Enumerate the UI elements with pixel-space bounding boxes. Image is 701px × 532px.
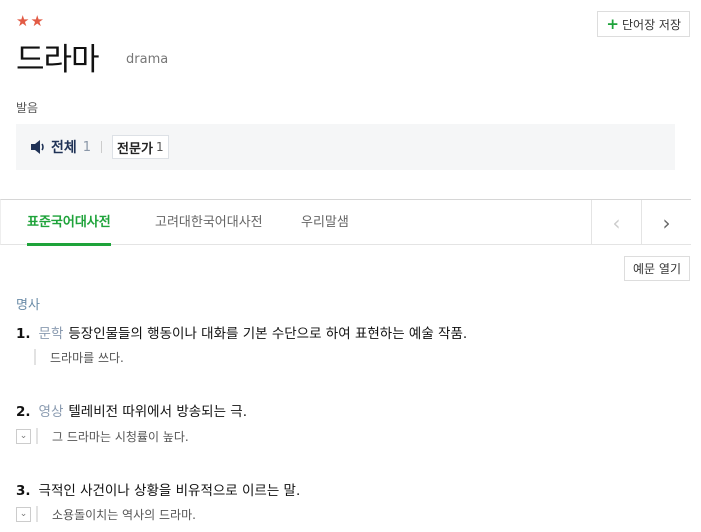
sense-field[interactable]: 영상 (39, 404, 64, 420)
sense-field[interactable]: 문학 (39, 326, 64, 342)
sense-2-example: ⌄ 그 드라마는 시청률이 높다. (16, 427, 189, 445)
example-bar (34, 349, 36, 365)
example-text: 드라마를 쓰다. (50, 350, 124, 365)
divider (101, 141, 103, 153)
dictionary-tabs: 표준국어대사전 고려대한국어대사전 우리말샘 ‹ › (0, 199, 691, 246)
next-tab-chevron-right-icon[interactable]: › (641, 200, 691, 245)
sense-definition: 텔레비전 따위에서 방송되는 극. (68, 404, 247, 420)
importance-stars: ★★ (16, 12, 45, 30)
example-bar (36, 506, 38, 522)
pronunciation-label: 발음 (16, 101, 39, 115)
sense-number: 3. (16, 483, 31, 499)
tab-urimalsaem[interactable]: 우리말샘 (301, 200, 349, 245)
plus-icon: + (606, 14, 619, 33)
tab-korea-univ-dictionary[interactable]: 고려대한국어대사전 (155, 200, 263, 245)
save-button-label: 단어장 저장 (621, 17, 681, 32)
open-examples-button[interactable]: 예문 열기 (624, 256, 690, 281)
prev-tab-chevron-left-icon[interactable]: ‹ (591, 200, 641, 245)
part-of-speech: 명사 (16, 298, 40, 313)
save-to-wordbook-button[interactable]: + 단어장 저장 (597, 11, 690, 37)
sense-1-example: 드라마를 쓰다. (16, 348, 124, 366)
sense-number: 1. (16, 326, 31, 342)
example-text: 소용돌이치는 역사의 드라마. (52, 507, 196, 522)
example-text: 그 드라마는 시청률이 높다. (52, 429, 189, 444)
sense-number: 2. (16, 404, 31, 420)
tab-standard-dictionary[interactable]: 표준국어대사전 (27, 200, 111, 246)
chevron-down-icon[interactable]: ⌄ (16, 506, 31, 522)
expert-label: 전문가 (117, 141, 153, 157)
pronunciation-box: 전체 1 전문가 1 (16, 124, 675, 170)
chevron-down-icon[interactable]: ⌄ (16, 428, 31, 444)
sense-definition: 등장인물들의 행동이나 대화를 기본 수단으로 하여 표현하는 예술 작품. (68, 326, 468, 342)
example-bar (36, 428, 38, 444)
sense-3: 3. 극적인 사건이나 상황을 비유적으로 이르는 말. (16, 479, 300, 499)
speaker-icon[interactable] (29, 138, 47, 156)
headword: 드라마 (16, 42, 100, 78)
pronunciation-all-label[interactable]: 전체 (51, 137, 77, 157)
sense-1: 1. 문학 등장인물들의 행동이나 대화를 기본 수단으로 하여 표현하는 예술 작… (16, 322, 467, 342)
word-origin: drama (126, 52, 169, 67)
expert-count: 1 (155, 140, 164, 154)
sense-definition: 극적인 사건이나 상황을 비유적으로 이르는 말. (38, 483, 301, 499)
pronunciation-all-count: 1 (82, 139, 92, 155)
expert-pronunciation-button[interactable]: 전문가 1 (112, 135, 169, 159)
sense-2: 2. 영상 텔레비전 따위에서 방송되는 극. (16, 400, 247, 420)
sense-3-example: ⌄ 소용돌이치는 역사의 드라마. (16, 505, 196, 523)
